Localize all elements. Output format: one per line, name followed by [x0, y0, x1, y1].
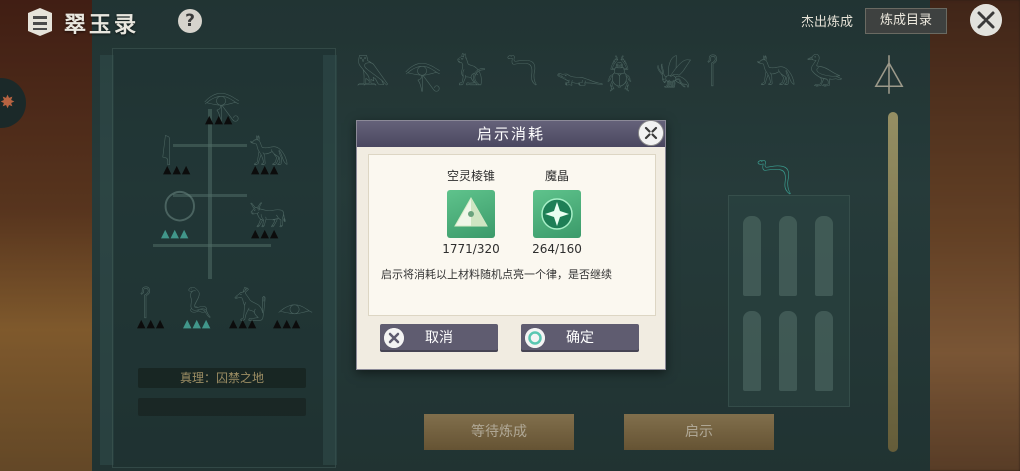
cancel-button[interactable]: 取消	[380, 324, 498, 352]
confirm-button[interactable]: 确定	[521, 324, 639, 352]
app-title: 翠玉录	[64, 13, 140, 38]
top-bar: 翠玉录 ? 杰出炼成 炼成目录	[0, 0, 1020, 44]
exit-alchemy-link[interactable]: 杰出炼成	[801, 11, 853, 30]
item-count: 264/160	[532, 242, 582, 256]
reveal-cost-dialog: 启示消耗 空灵棱锥 1771/320 魔晶 264/160 启示将消耗以上材料随…	[356, 120, 666, 370]
dialog-title: 启示消耗	[357, 121, 665, 147]
cancel-label: 取消	[425, 330, 453, 346]
item-count: 1771/320	[442, 242, 500, 256]
confirm-label: 确定	[566, 330, 594, 346]
pyramid-icon	[447, 190, 495, 238]
dialog-content: 空灵棱锥 1771/320 魔晶 264/160	[368, 154, 656, 316]
help-button[interactable]: ?	[178, 9, 202, 33]
alchemy-catalog-button[interactable]: 炼成目录	[865, 8, 947, 34]
dialog-message: 启示将消耗以上材料随机点亮一个律，是否继续	[381, 268, 612, 281]
close-icon[interactable]	[970, 4, 1002, 36]
magic-crystal-icon	[533, 190, 581, 238]
cost-item: 魔晶 264/160	[525, 167, 589, 256]
tablet-logo-icon	[28, 8, 52, 36]
item-name: 空灵棱锥	[446, 169, 495, 183]
item-name: 魔晶	[544, 169, 569, 183]
cost-item: 空灵棱锥 1771/320	[437, 167, 505, 256]
dialog-close-icon[interactable]	[638, 120, 664, 146]
